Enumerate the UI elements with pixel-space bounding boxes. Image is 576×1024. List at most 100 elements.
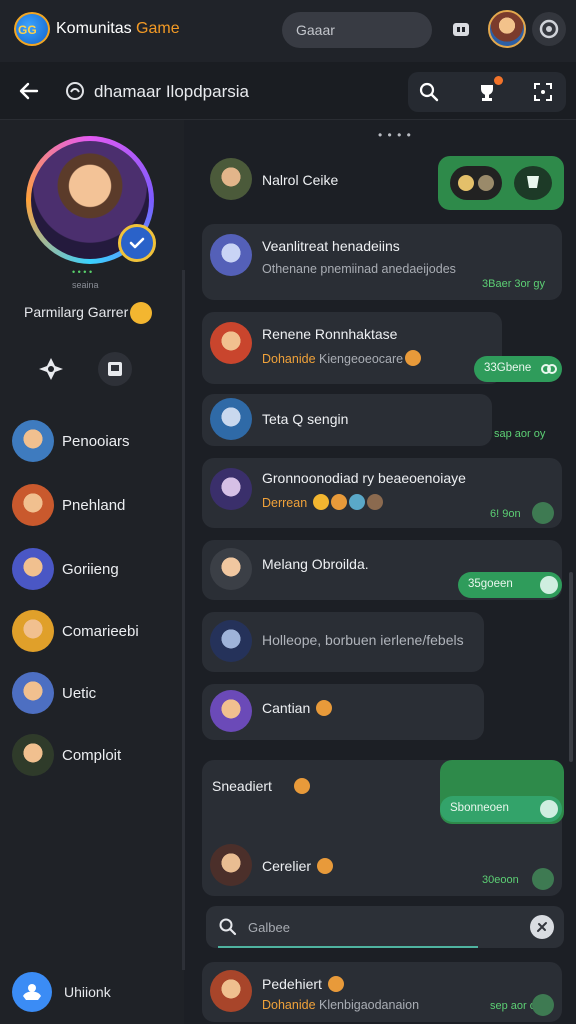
emoji-icon [327, 976, 344, 992]
message-search-input[interactable]: Galbee [206, 906, 564, 948]
message-avatar [210, 322, 252, 364]
reply-pill[interactable]: 33Gbene [474, 356, 562, 382]
notification-dot [494, 76, 503, 85]
channel-icon [64, 80, 86, 102]
message-title: Nalrol Ceike [262, 172, 339, 188]
channel-header: dhamaar Ilopdparsia [0, 62, 576, 120]
message-card[interactable]: Veanlitreat henadeiins Othenane pnemiina… [202, 224, 562, 300]
input-focus-line [218, 946, 478, 948]
user-avatar[interactable] [488, 10, 526, 48]
emoji-icon [293, 778, 310, 794]
message-preview: Derrean [262, 494, 383, 510]
read-receipt-icon [532, 868, 554, 890]
controller-icon[interactable] [450, 18, 472, 40]
emoji-icon [312, 494, 329, 510]
profile-name: Parmilarg Garrer [24, 304, 129, 320]
message-title: Holleope, borbuen ierlene/febels [262, 632, 464, 648]
channel-toolbar [408, 72, 566, 112]
reaction-panel[interactable] [438, 156, 564, 210]
app-title: Komunitas Game [56, 20, 180, 37]
online-indicator: • • • • [72, 267, 93, 277]
settings-icon[interactable] [34, 352, 68, 386]
app-top-bar: GG Komunitas Game Gaaar [0, 0, 576, 62]
contact-avatar [12, 548, 54, 590]
user-menu-button[interactable] [12, 972, 52, 1012]
message-card[interactable]: Holleope, borbuen ierlene/febels [202, 612, 484, 672]
contact-name: Comploit [62, 747, 122, 764]
message-time: 3Baer 3or gy [482, 278, 545, 290]
message-card[interactable]: Teta Q sengin [202, 394, 492, 446]
emoji-icon [316, 700, 333, 716]
contact-item[interactable]: Comploit [12, 734, 180, 778]
camera-icon[interactable] [532, 12, 566, 46]
message-card[interactable]: Gronnoonodiad ry beaeoenoiaye Derrean 6!… [202, 458, 562, 528]
search-icon [219, 918, 237, 936]
emoji-icon [405, 350, 422, 366]
contact-name: Goriieng [62, 561, 119, 578]
message-time: 30eoon [482, 874, 519, 886]
message-preview: Dohanide Kiengeoeocare [262, 350, 422, 366]
user-footer-label: Uhiionk [64, 984, 111, 1000]
sidebar-scroll-track[interactable] [182, 270, 185, 970]
contact-name: Pnehland [62, 497, 126, 514]
emoji-icon [316, 858, 333, 874]
message-title: Gronnoonodiad ry beaeoenoiaye [262, 470, 466, 486]
trophy-icon[interactable] [476, 81, 498, 103]
message-avatar [210, 158, 252, 200]
contact-item[interactable]: Uetic [12, 672, 180, 716]
message-row: Nalrol Ceike [202, 152, 434, 208]
reply-pill[interactable]: Sbonneoen [440, 796, 562, 822]
contact-avatar [12, 484, 54, 526]
message-time: sap aor oy [494, 428, 546, 440]
clear-icon[interactable] [530, 915, 554, 939]
message-title: Sneadiert [212, 778, 310, 794]
read-receipt-icon [532, 502, 554, 524]
message-preview: Othenane pnemiinad anedaeijodes [262, 262, 456, 276]
message-title: Pedehiert [262, 976, 344, 992]
contact-avatar [12, 672, 54, 714]
message-title: Veanlitreat henadeiins [262, 238, 400, 254]
sidebar: • • • • seaina Parmilarg Garrer Penooiar… [0, 120, 184, 1024]
message-title: Renene Ronnhaktase [262, 326, 398, 342]
message-card[interactable]: Cantian [202, 684, 484, 740]
emoji-icon [366, 494, 383, 510]
feed-top-dots: • • • • [378, 128, 412, 142]
smile-emoji-icon [130, 302, 152, 324]
message-title: Cantian [262, 700, 333, 716]
read-receipt-icon [532, 994, 554, 1016]
link-icon [540, 360, 558, 378]
app-logo: GG [14, 12, 50, 46]
message-avatar [210, 398, 252, 440]
contact-avatar [12, 420, 54, 462]
sticker-icon[interactable] [514, 166, 552, 200]
contact-avatar [12, 610, 54, 652]
emoji-icon [330, 494, 347, 510]
contact-name: Uetic [62, 685, 97, 702]
global-search-input[interactable]: Gaaar [282, 12, 432, 48]
message-avatar [210, 234, 252, 276]
message-avatar [210, 548, 252, 590]
logo-text: GG [18, 23, 37, 37]
message-title: Melang Obroilda. [262, 556, 369, 572]
message-card[interactable]: Renene Ronnhaktase Dohanide Kiengeoeocar… [202, 312, 502, 384]
contact-avatar [12, 734, 54, 776]
contact-item[interactable]: Penooiars [12, 420, 180, 464]
back-arrow-icon[interactable] [18, 80, 40, 102]
message-avatar [210, 690, 252, 732]
message-time: 6! 9on [490, 508, 521, 520]
emoji-icon [540, 576, 558, 594]
gallery-icon[interactable] [98, 352, 132, 386]
emoji-icon [348, 494, 365, 510]
search-icon[interactable] [418, 81, 440, 103]
message-avatar [210, 620, 252, 662]
contact-item[interactable]: Comarieebi [12, 610, 180, 654]
feed-scrollbar[interactable] [569, 572, 573, 762]
emoji-chip[interactable] [450, 166, 502, 200]
contact-name: Penooiars [62, 433, 130, 450]
reply-pill[interactable]: 35goeen [458, 572, 562, 598]
contact-item[interactable]: Goriieng [12, 548, 180, 592]
contact-item[interactable]: Pnehland [12, 484, 180, 528]
expand-icon[interactable] [532, 81, 554, 103]
message-title: Teta Q sengin [262, 411, 349, 427]
message-card[interactable]: Pedehiert Dohanide Klenbigaodanaion sep … [202, 962, 562, 1022]
